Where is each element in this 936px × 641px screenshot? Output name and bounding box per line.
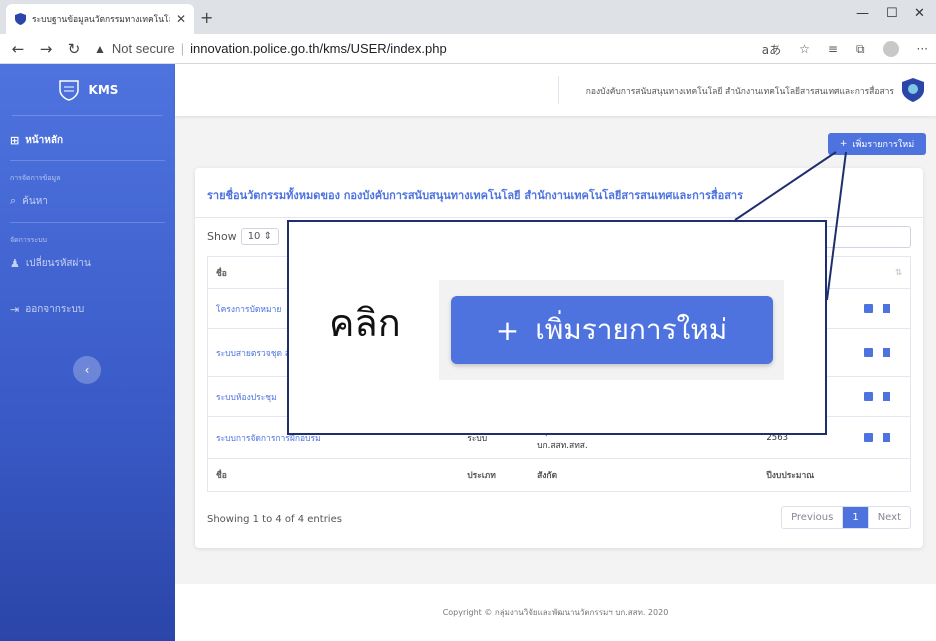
footer-col-unit: สังกัด xyxy=(537,471,558,481)
security-label: Not secure xyxy=(111,41,175,56)
pagination-page-1[interactable]: 1 xyxy=(843,507,869,528)
card-title: รายชื่อนวัตกรรมทั้งหมดของ กองบังคับการสน… xyxy=(195,168,923,218)
address-bar: ← → ↻ ▲ Not secure | innovation.police.g… xyxy=(0,34,936,64)
more-icon[interactable]: ··· xyxy=(917,42,928,56)
pagination-previous[interactable]: Previous xyxy=(782,507,844,528)
tutorial-callout: คลิก + เพิ่มรายการใหม่ xyxy=(287,220,827,435)
table-info: Showing 1 to 4 of 4 entries xyxy=(207,514,342,525)
trash-icon[interactable] xyxy=(883,304,891,313)
footer-col-name: ชื่อ xyxy=(216,471,227,481)
sidebar-item-home[interactable]: ⊞ หน้าหลัก xyxy=(0,130,175,150)
reload-icon[interactable]: ↻ xyxy=(60,40,88,58)
sidebar-item-logout[interactable]: ⇥ ออกจากระบบ xyxy=(0,300,175,318)
sidebar-item-label: หน้าหลัก xyxy=(25,134,64,146)
police-logo-icon[interactable] xyxy=(902,78,924,102)
search-icon: ⌕ xyxy=(10,194,17,207)
search-input[interactable] xyxy=(821,226,911,248)
sidebar-heading: จัดการระบบ xyxy=(10,236,47,244)
add-new-label: เพิ่มรายการใหม่ xyxy=(852,140,915,150)
plus-icon: + xyxy=(495,313,520,347)
sidebar-item-search[interactable]: ⌕ ค้นหา xyxy=(0,192,175,210)
close-icon[interactable]: ✕ xyxy=(176,12,186,26)
org-name[interactable]: กองบังคับการสนับสนุนทางเทคโนโลยี สำนักงา… xyxy=(586,84,894,98)
maximize-icon[interactable]: ☐ xyxy=(886,6,898,21)
sidebar-item-label: เปลี่ยนรหัสผ่าน xyxy=(25,257,91,269)
new-tab-icon[interactable]: + xyxy=(200,8,213,27)
minimize-icon[interactable]: — xyxy=(856,6,869,21)
page-length-control: Show 10 ⇕ xyxy=(207,228,279,245)
sidebar-divider xyxy=(10,160,165,161)
copyright-text: Copyright © กลุ่มงานวิจัยและพัฒนานวัตกรร… xyxy=(442,608,669,617)
sidebar-item-label: ค้นหา xyxy=(22,195,48,207)
url-separator: | xyxy=(180,41,185,56)
plus-icon: + xyxy=(839,139,848,149)
pagination-next[interactable]: Next xyxy=(869,507,910,528)
collections-icon[interactable]: ⧉ xyxy=(856,42,865,57)
favorites-list-icon[interactable]: ≡ xyxy=(828,42,838,56)
zoomed-add-button: + เพิ่มรายการใหม่ xyxy=(450,296,773,364)
brand-text: KMS xyxy=(88,82,119,97)
favorite-icon[interactable]: ☆ xyxy=(799,42,810,56)
kms-logo-icon xyxy=(58,79,79,101)
show-label: Show xyxy=(207,230,237,243)
shield-icon xyxy=(14,13,26,25)
tab-title: ระบบฐานข้อมูลนวัตกรรมทางเทคโนโลยี xyxy=(32,15,170,25)
sidebar-divider xyxy=(10,222,165,223)
topbar-divider xyxy=(558,76,559,104)
sidebar-toggle-button[interactable]: ‹ xyxy=(73,356,101,384)
browser-tab[interactable]: ระบบฐานข้อมูลนวัตกรรมทางเทคโนโลยี ✕ xyxy=(6,4,194,34)
zoomed-add-label: เพิ่มรายการใหม่ xyxy=(535,313,728,346)
url-text: innovation.police.go.th/kms/USER/index.p… xyxy=(190,41,447,56)
footer-col-type: ประเภท xyxy=(467,471,496,481)
grid-icon: ⊞ xyxy=(10,133,20,147)
avatar[interactable] xyxy=(882,41,899,57)
trash-icon[interactable] xyxy=(883,348,891,357)
logout-icon: ⇥ xyxy=(10,302,20,316)
trash-icon[interactable] xyxy=(883,392,891,401)
trash-icon[interactable] xyxy=(883,433,891,442)
sort-icon[interactable]: ⇅ xyxy=(844,260,910,286)
add-new-button[interactable]: + เพิ่มรายการใหม่ xyxy=(828,133,926,155)
topbar: กองบังคับการสนับสนุนทางเทคโนโลยี สำนักงา… xyxy=(175,64,936,116)
user-icon: ♟ xyxy=(10,256,20,270)
sidebar-heading: การจัดการข้อมูล xyxy=(10,174,61,182)
edit-icon[interactable] xyxy=(864,304,874,313)
browser-tabbar: ระบบฐานข้อมูลนวัตกรรมทางเทคโนโลยี ✕ + — … xyxy=(0,0,936,34)
read-aloud-icon[interactable]: aあ xyxy=(762,41,781,58)
page-footer: Copyright © กลุ่มงานวิจัยและพัฒนานวัตกรร… xyxy=(175,584,936,641)
sidebar: KMS ⊞ หน้าหลัก การจัดการข้อมูล ⌕ ค้นหา จ… xyxy=(0,64,175,641)
table-footer-row: ชื่อ ประเภท สังกัด ปีงบประมาณ xyxy=(208,459,910,491)
chevron-left-icon: ‹ xyxy=(84,363,90,377)
edit-icon[interactable] xyxy=(864,392,874,401)
page-length-select[interactable]: 10 ⇕ xyxy=(240,228,279,245)
back-icon[interactable]: ← xyxy=(4,40,32,58)
window-close-icon[interactable]: ✕ xyxy=(914,6,925,21)
footer-col-year: ปีงบประมาณ xyxy=(766,471,815,481)
edit-icon[interactable] xyxy=(864,433,874,442)
sidebar-item-change-password[interactable]: ♟ เปลี่ยนรหัสผ่าน xyxy=(0,254,175,272)
warning-icon: ▲ xyxy=(94,41,106,56)
edit-icon[interactable] xyxy=(864,348,874,357)
pagination: Previous 1 Next xyxy=(781,506,911,529)
callout-instruction: คลิก xyxy=(329,301,401,345)
callout-zoom: + เพิ่มรายการใหม่ xyxy=(439,280,784,380)
url-field[interactable]: ▲ Not secure | innovation.police.go.th/k… xyxy=(94,41,447,56)
forward-icon[interactable]: → xyxy=(32,40,60,58)
sidebar-item-label: ออกจากระบบ xyxy=(25,303,85,315)
sidebar-brand[interactable]: KMS xyxy=(12,64,163,116)
